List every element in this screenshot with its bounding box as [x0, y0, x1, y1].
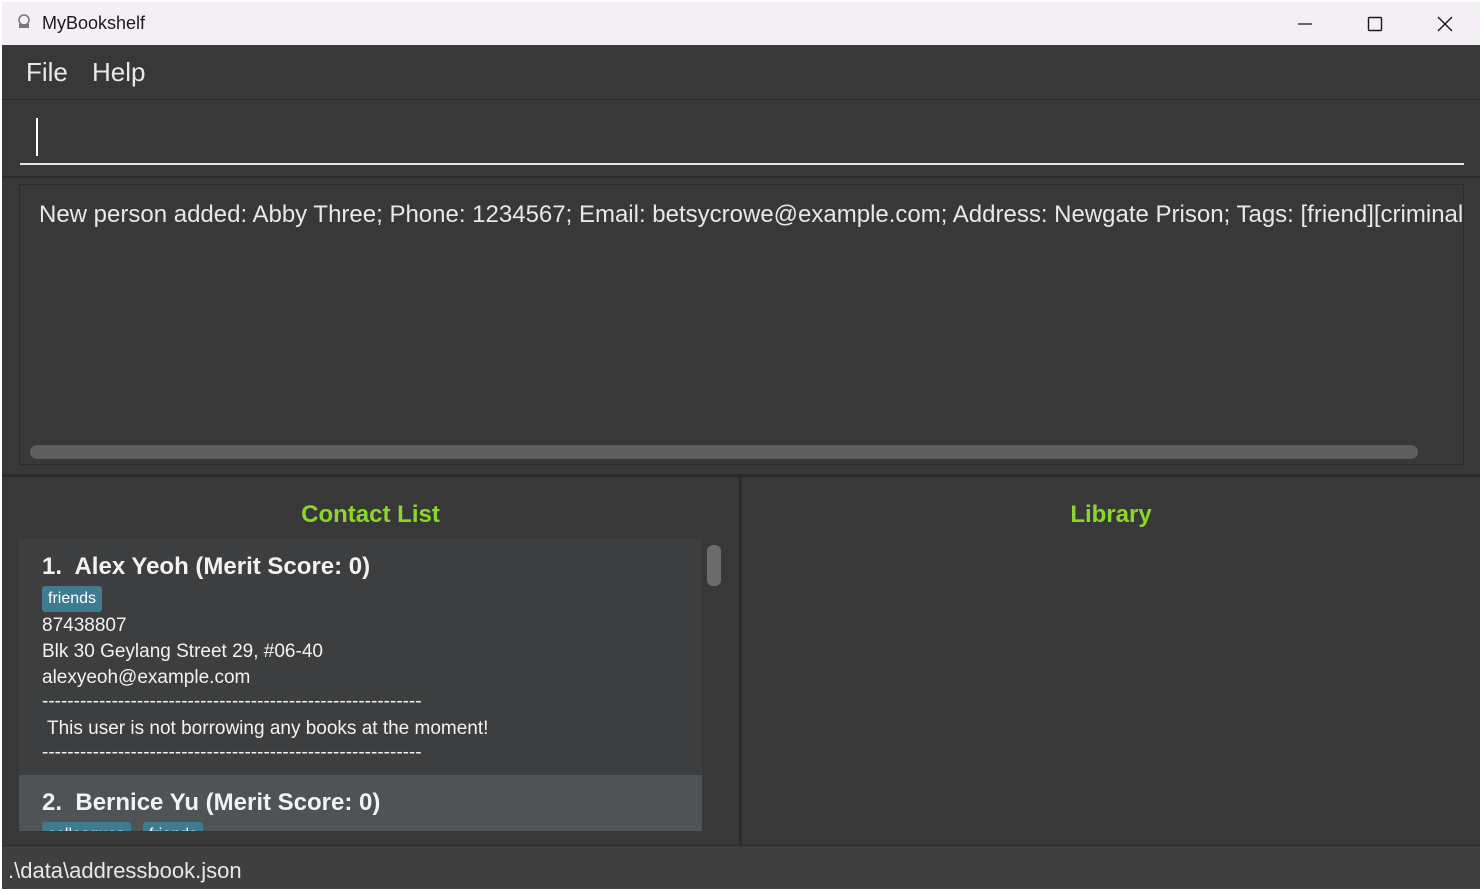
tag-badge: friends: [143, 822, 204, 831]
library-title: Library: [1070, 501, 1152, 528]
result-display: New person added: Abby Three; Phone: 123…: [19, 184, 1464, 465]
command-box: [2, 100, 1480, 178]
person-name: Alex Yeoh: [74, 553, 189, 580]
merit-score: (Merit Score: 0): [205, 789, 381, 816]
app-window: MyBookshelf File Help New person added: …: [2, 2, 1480, 889]
command-input[interactable]: [20, 110, 1464, 165]
tag-badge: friends: [42, 586, 103, 612]
person-address: Blk 30 Geylang Street 29, #06-40: [42, 641, 323, 662]
menu-bar: File Help: [2, 45, 1480, 100]
person-phone: 87438807: [42, 615, 127, 636]
separator-line: ----------------------------------------…: [42, 691, 422, 712]
person-name-line: 1. Alex Yeoh (Merit Score: 0): [42, 553, 370, 581]
person-email: alexyeoh@example.com: [42, 667, 251, 688]
merit-score: (Merit Score: 0): [195, 553, 371, 580]
person-card[interactable]: 2. Bernice Yu (Merit Score: 0) colleague…: [19, 775, 702, 831]
person-name-line: 2. Bernice Yu (Merit Score: 0): [42, 789, 380, 817]
contact-list-panel: Contact List 1. Alex Yeoh (Merit Score: …: [2, 477, 739, 845]
minimize-button[interactable]: [1270, 2, 1340, 45]
maximize-icon: [1367, 16, 1383, 31]
title-bar[interactable]: MyBookshelf: [2, 2, 1480, 45]
person-index: 2.: [42, 789, 63, 816]
tag-badge: colleagues: [42, 822, 131, 831]
text-caret: [36, 118, 38, 156]
menu-help[interactable]: Help: [92, 57, 145, 88]
close-icon: [1437, 16, 1453, 31]
contact-list-view[interactable]: 1. Alex Yeoh (Merit Score: 0) friends 87…: [19, 539, 702, 831]
person-index: 1.: [42, 553, 63, 580]
library-panel: Library: [742, 477, 1480, 845]
app-icon: [18, 14, 30, 28]
save-file-path: .\data\addressbook.json: [8, 858, 242, 883]
separator-line: ----------------------------------------…: [42, 742, 422, 763]
result-message: New person added: Abby Three; Phone: 123…: [39, 201, 1464, 228]
contact-list-scrollbar[interactable]: [707, 545, 721, 586]
maximize-button[interactable]: [1340, 2, 1410, 45]
result-horizontal-scrollbar[interactable]: [30, 445, 1418, 459]
borrow-status: This user is not borrowing any books at …: [47, 718, 489, 739]
minimize-icon: [1298, 22, 1312, 25]
menu-file[interactable]: File: [26, 57, 68, 88]
status-bar: .\data\addressbook.json: [2, 845, 1480, 889]
person-name: Bernice Yu: [75, 789, 199, 816]
close-button[interactable]: [1410, 2, 1480, 45]
person-card[interactable]: 1. Alex Yeoh (Merit Score: 0) friends 87…: [19, 539, 702, 775]
contact-list-title: Contact List: [301, 501, 440, 528]
window-title: MyBookshelf: [42, 13, 146, 33]
